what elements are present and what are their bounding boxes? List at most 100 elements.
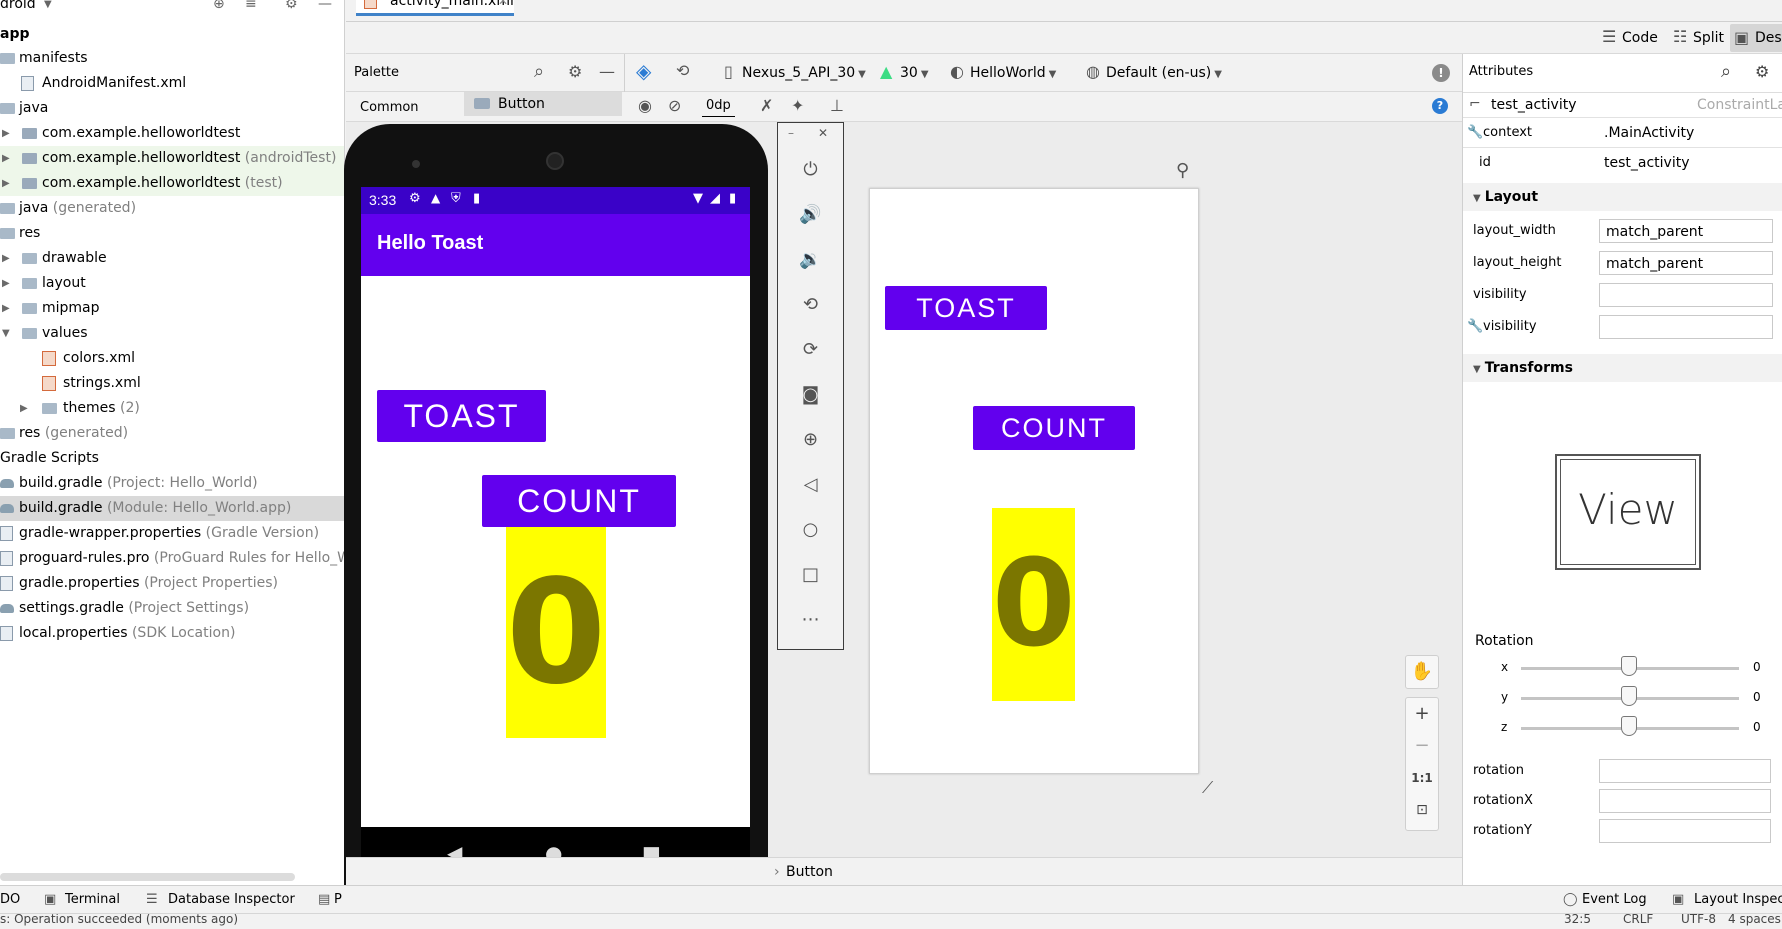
tree-item-res[interactable]: res	[0, 221, 344, 246]
line-separator[interactable]: CRLF	[1623, 914, 1653, 926]
tree-item-settings-gradle[interactable]: settings.gradle (Project Settings)	[0, 596, 344, 621]
tree-item-local-properties[interactable]: local.properties (SDK Location)	[0, 621, 344, 646]
volume-down-icon[interactable]: 🔉	[778, 248, 843, 272]
locale-selector[interactable]: Default (en-us) ▼	[1106, 63, 1222, 85]
event-log-tab[interactable]: Event Log	[1582, 886, 1647, 914]
eye-icon[interactable]: ◉	[638, 96, 652, 116]
breadcrumb-button[interactable]: Button	[786, 862, 833, 882]
warning-icon[interactable]: !	[1432, 64, 1450, 82]
search-icon[interactable]: ⌕	[534, 62, 544, 82]
expand-arrow-icon[interactable]: ▶	[2, 246, 10, 271]
tree-item-gradle-scripts[interactable]: Gradle Scripts	[0, 446, 344, 471]
close-tab-icon[interactable]: ✕	[498, 0, 508, 8]
tree-item-strings-xml[interactable]: strings.xml	[0, 371, 344, 396]
zoom-icon[interactable]: ⊕	[778, 428, 843, 452]
overview-icon[interactable]: □	[778, 563, 843, 587]
horizontal-scrollbar[interactable]	[0, 873, 295, 881]
tree-item-java-generated[interactable]: java (generated)	[0, 196, 344, 221]
target-icon[interactable]: ⊕	[213, 0, 225, 17]
theme-selector[interactable]: HelloWorld ▼	[970, 63, 1056, 85]
gear-icon[interactable]: ⚙	[568, 62, 582, 82]
tree-item-build-gradle-project[interactable]: build.gradle (Project: Hello_World)	[0, 471, 344, 496]
layout-inspector-tab[interactable]: Layout Inspect	[1694, 886, 1782, 914]
file-encoding[interactable]: UTF-8	[1681, 914, 1716, 926]
rotation-z-thumb[interactable]	[1621, 716, 1637, 736]
indent-setting[interactable]: 4 spaces	[1728, 914, 1781, 926]
tools-visibility-dropdown[interactable]: ▼	[1599, 315, 1773, 339]
tree-item-package-test[interactable]: ▶ com.example.helloworldtest (test)	[0, 171, 344, 196]
tree-item-colors-xml[interactable]: colors.xml	[0, 346, 344, 371]
tree-item-themes[interactable]: ▶ themes (2)	[0, 396, 344, 421]
tree-item-layout[interactable]: ▶ layout	[0, 271, 344, 296]
power-icon[interactable]: ⏻	[778, 158, 843, 182]
toast-button[interactable]: TOAST	[377, 390, 546, 442]
preview-count-button[interactable]: COUNT	[973, 406, 1135, 450]
rotation-field[interactable]	[1599, 759, 1771, 783]
volume-up-icon[interactable]: 🔊	[778, 203, 843, 227]
layout-section-header[interactable]: ▼ Layout	[1463, 183, 1782, 211]
camera-icon[interactable]: ◙	[778, 383, 843, 407]
expand-arrow-icon[interactable]: ▶	[2, 271, 10, 296]
collapse-icon[interactable]: ≡	[245, 0, 257, 17]
gear-icon[interactable]: ⚙	[285, 0, 298, 17]
layout-width-dropdown[interactable]: match_parent ▼	[1599, 219, 1773, 243]
clear-constraints-icon[interactable]: ✗	[760, 96, 773, 116]
palette-category-common[interactable]: Common	[360, 98, 419, 118]
pin-icon[interactable]: ⚲	[1176, 160, 1189, 181]
pan-button[interactable]: ✋	[1405, 655, 1439, 689]
guidelines-icon[interactable]: ⊥	[830, 96, 844, 116]
expand-arrow-icon[interactable]: ▶	[2, 296, 10, 321]
rotation-y-thumb[interactable]	[1621, 686, 1637, 706]
help-icon[interactable]: ?	[1432, 98, 1448, 114]
close-icon[interactable]: ✕	[818, 126, 828, 140]
tree-item-proguard[interactable]: proguard-rules.pro (ProGuard Rules for H…	[0, 546, 344, 571]
expand-arrow-icon[interactable]: ▶	[2, 121, 10, 146]
zoom-actual-size-icon[interactable]: 1:1	[1406, 766, 1438, 790]
back-icon[interactable]: ◁	[778, 473, 843, 497]
terminal-tab[interactable]: Terminal	[65, 886, 120, 914]
tree-item-gradle-wrapper[interactable]: gradle-wrapper.properties (Gradle Versio…	[0, 521, 344, 546]
zoom-fit-icon[interactable]: ⊡	[1406, 798, 1438, 822]
transforms-section-header[interactable]: ▼ Transforms	[1463, 354, 1782, 382]
search-icon[interactable]: ⌕	[1721, 61, 1731, 82]
layout-height-dropdown[interactable]: match_parent ▼	[1599, 251, 1773, 275]
count-button[interactable]: COUNT	[482, 475, 676, 527]
tree-item-package-main[interactable]: ▶ com.example.helloworldtest	[0, 121, 344, 146]
zoom-out-icon[interactable]: −	[1406, 734, 1438, 758]
caret-position[interactable]: 32:5	[1564, 914, 1591, 926]
rotate-right-icon[interactable]: ⟳	[778, 338, 843, 362]
tree-item-app[interactable]: app	[0, 22, 344, 47]
tree-item-res-generated[interactable]: res (generated)	[0, 421, 344, 446]
default-margin-selector[interactable]: 0dp	[702, 96, 735, 117]
zoom-in-icon[interactable]: +	[1406, 702, 1438, 726]
layout-preview[interactable]: TOAST COUNT 0	[869, 188, 1199, 774]
home-icon[interactable]: ○	[778, 518, 843, 542]
gear-icon[interactable]: ⚙	[1755, 62, 1769, 81]
tree-item-java[interactable]: java	[0, 96, 344, 121]
tree-item-drawable[interactable]: ▶ drawable	[0, 246, 344, 271]
palette-item-button[interactable]: Button	[464, 92, 622, 116]
status-message[interactable]: s: Operation succeeded (moments ago)	[0, 914, 238, 926]
more-icon[interactable]: ⋯	[778, 608, 843, 632]
rotation-y-field[interactable]	[1599, 819, 1771, 843]
tree-item-android-manifest[interactable]: AndroidManifest.xml	[0, 71, 344, 96]
rotate-left-icon[interactable]: ⟲	[778, 293, 843, 317]
tree-item-mipmap[interactable]: ▶ mipmap	[0, 296, 344, 321]
magnet-off-icon[interactable]: ⊘	[668, 96, 681, 116]
todo-tab[interactable]: DO	[0, 886, 20, 914]
infer-constraints-icon[interactable]: ✦	[791, 96, 804, 116]
resize-handle-icon[interactable]: ⟋	[1202, 778, 1213, 798]
tree-item-gradle-properties[interactable]: gradle.properties (Project Properties)	[0, 571, 344, 596]
tree-item-build-gradle-module[interactable]: build.gradle (Module: Hello_World.app)	[0, 496, 344, 521]
design-mode-button[interactable]: ▣ Des	[1730, 24, 1782, 52]
minimize-icon[interactable]: —	[318, 0, 332, 17]
tab-activity-main[interactable]: activity_main.xml ✕	[356, 0, 515, 16]
layers-icon[interactable]: ◈	[636, 61, 651, 81]
context-value[interactable]: .MainActivity	[1604, 118, 1694, 148]
project-view-selector[interactable]: droid ▼ ⊕ ≡ ⚙ —	[0, 0, 344, 17]
preview-toast-button[interactable]: TOAST	[885, 286, 1047, 330]
rotation-x-field[interactable]	[1599, 789, 1771, 813]
profiler-tab[interactable]: P	[334, 886, 342, 914]
minimize-icon[interactable]: —	[599, 62, 615, 82]
database-inspector-tab[interactable]: Database Inspector	[168, 886, 295, 914]
